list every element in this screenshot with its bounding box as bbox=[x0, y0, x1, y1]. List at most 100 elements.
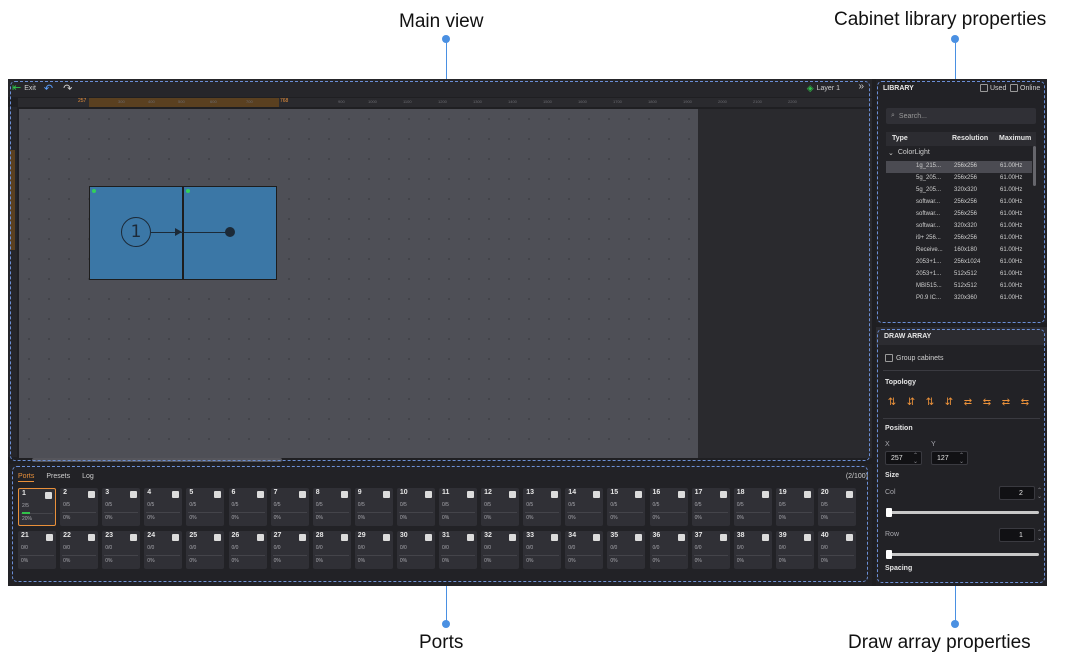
port-checkbox[interactable] bbox=[635, 534, 643, 541]
topology-6-icon[interactable]: ⇆ bbox=[981, 397, 993, 409]
port-checkbox[interactable] bbox=[424, 534, 432, 541]
stepper-icon[interactable]: ⌃ ⌄ bbox=[1037, 488, 1042, 500]
port-checkbox[interactable] bbox=[551, 534, 559, 541]
port-checkbox[interactable] bbox=[467, 534, 474, 541]
port-tile[interactable]: 21 0/0 0% bbox=[18, 531, 56, 569]
port-checkbox[interactable] bbox=[509, 534, 517, 541]
library-group-colorlight[interactable]: ⌄ ColorLight bbox=[888, 149, 930, 157]
topology-5-icon[interactable]: ⇄ bbox=[962, 397, 974, 409]
port-checkbox[interactable] bbox=[382, 491, 390, 498]
port-checkbox[interactable] bbox=[509, 491, 517, 498]
port-checkbox[interactable] bbox=[256, 534, 264, 541]
port-checkbox[interactable] bbox=[172, 491, 180, 498]
canvas-horizontal-scrollbar[interactable] bbox=[32, 458, 282, 462]
port-checkbox[interactable] bbox=[214, 491, 222, 498]
main-canvas[interactable]: 1 bbox=[19, 109, 698, 458]
port-checkbox[interactable] bbox=[298, 491, 306, 498]
topology-2-icon[interactable]: ⇵ bbox=[905, 397, 917, 409]
stepper-icon[interactable]: ⌃ ⌄ bbox=[913, 453, 918, 465]
row-input[interactable]: 1 ⌃ ⌄ bbox=[999, 528, 1042, 542]
library-row[interactable]: softwar... 320x320 61.00Hz bbox=[886, 221, 1032, 233]
port-tile[interactable]: 13 0/5 0% bbox=[523, 488, 562, 526]
port-checkbox[interactable] bbox=[340, 491, 348, 498]
port-tile[interactable]: 2 0/5 0% bbox=[60, 488, 99, 526]
row-slider-thumb[interactable] bbox=[886, 550, 892, 559]
port-tile[interactable]: 10 0/5 0% bbox=[396, 488, 435, 526]
port-checkbox[interactable] bbox=[340, 534, 348, 541]
port-checkbox[interactable] bbox=[88, 491, 96, 498]
topology-7-icon[interactable]: ⇄ bbox=[1000, 397, 1012, 409]
col-input[interactable]: 2 ⌃ ⌄ bbox=[999, 486, 1042, 500]
position-x-input[interactable]: 257 ⌃ ⌄ bbox=[885, 451, 922, 465]
port-checkbox[interactable] bbox=[845, 491, 853, 498]
port-tile[interactable]: 28 0/0 0% bbox=[312, 531, 351, 569]
port-checkbox[interactable] bbox=[424, 491, 432, 498]
port-tile[interactable]: 25 0/0 0% bbox=[186, 531, 225, 569]
library-search-input[interactable]: ⌕ Search... bbox=[886, 108, 1036, 124]
stepper-icon[interactable]: ⌃ ⌄ bbox=[959, 453, 964, 465]
port-tile[interactable]: 39 0/0 0% bbox=[775, 531, 814, 569]
library-row[interactable]: 5g_205... 256x256 61.00Hz bbox=[886, 173, 1032, 185]
position-y-input[interactable]: 127 ⌃ ⌄ bbox=[931, 451, 968, 465]
port-tile[interactable]: 27 0/0 0% bbox=[270, 531, 309, 569]
port-checkbox[interactable] bbox=[803, 534, 811, 541]
port-checkbox[interactable] bbox=[45, 492, 52, 499]
port-checkbox[interactable] bbox=[761, 491, 769, 498]
port-tile[interactable]: 38 0/0 0% bbox=[733, 531, 772, 569]
port-checkbox[interactable] bbox=[382, 534, 390, 541]
port-tile[interactable]: 29 0/0 0% bbox=[354, 531, 393, 569]
port-tile[interactable]: 37 0/0 0% bbox=[691, 531, 730, 569]
port-checkbox[interactable] bbox=[593, 491, 601, 498]
port-checkbox[interactable] bbox=[635, 491, 643, 498]
used-filter-checkbox[interactable]: Used bbox=[980, 84, 1006, 92]
library-row[interactable]: MBI515... 512x512 61.00Hz bbox=[886, 281, 1032, 293]
tab-log[interactable]: Log bbox=[82, 473, 94, 482]
port-tile[interactable]: 17 0/5 0% bbox=[691, 488, 730, 526]
port-checkbox[interactable] bbox=[88, 534, 96, 541]
port-tile[interactable]: 36 0/0 0% bbox=[649, 531, 688, 569]
port-checkbox[interactable] bbox=[803, 491, 811, 498]
port-checkbox[interactable] bbox=[172, 534, 180, 541]
topology-4-icon[interactable]: ⇵ bbox=[943, 397, 955, 409]
port-tile[interactable]: 8 0/5 0% bbox=[312, 488, 351, 526]
port-tile[interactable]: 31 0/0 0% bbox=[439, 531, 477, 569]
library-row[interactable]: i9+ 256... 256x256 61.00Hz bbox=[886, 233, 1032, 245]
group-cabinets-checkbox[interactable]: Group cabinets bbox=[885, 354, 943, 362]
port-tile[interactable]: 5 0/5 0% bbox=[186, 488, 225, 526]
library-row[interactable]: 2053+1... 256x1024 61.00Hz bbox=[886, 257, 1032, 269]
cabinet[interactable] bbox=[183, 186, 277, 280]
stepper-icon[interactable]: ⌃ ⌄ bbox=[1037, 530, 1042, 542]
library-row[interactable]: 5g_205... 320x320 61.00Hz bbox=[886, 185, 1032, 197]
port-tile[interactable]: 19 0/5 0% bbox=[775, 488, 814, 526]
layer-selector[interactable]: ◈ Layer 1 bbox=[807, 83, 840, 94]
port-tile[interactable]: 3 0/5 0% bbox=[102, 488, 141, 526]
port-checkbox[interactable] bbox=[214, 534, 222, 541]
column-resolution[interactable]: Resolution bbox=[952, 135, 988, 142]
col-slider[interactable] bbox=[886, 508, 1039, 517]
column-type[interactable]: Type bbox=[892, 135, 908, 142]
port-checkbox[interactable] bbox=[677, 534, 685, 541]
redo-icon[interactable]: ↷ bbox=[63, 82, 72, 95]
library-scrollbar[interactable] bbox=[1033, 146, 1036, 186]
port-checkbox[interactable] bbox=[719, 491, 727, 498]
port-checkbox[interactable] bbox=[593, 534, 601, 541]
library-row[interactable]: softwar... 256x256 61.00Hz bbox=[886, 197, 1032, 209]
port-tile[interactable]: 26 0/0 0% bbox=[228, 531, 267, 569]
port-tile[interactable]: 22 0/0 0% bbox=[60, 531, 99, 569]
column-maximum[interactable]: Maximum bbox=[999, 135, 1031, 142]
library-row[interactable]: 1g_215... 256x256 61.00Hz bbox=[886, 161, 1032, 173]
port-tile[interactable]: 35 0/0 0% bbox=[607, 531, 646, 569]
port-checkbox[interactable] bbox=[719, 534, 727, 541]
port-checkbox[interactable] bbox=[845, 534, 853, 541]
port-checkbox[interactable] bbox=[761, 534, 769, 541]
port-tile[interactable]: 16 0/5 0% bbox=[649, 488, 688, 526]
exit-button[interactable]: ⇤ Exit bbox=[12, 82, 36, 94]
port-tile[interactable]: 7 0/5 0% bbox=[270, 488, 309, 526]
double-chevron-right-icon[interactable]: » bbox=[858, 81, 864, 92]
port-tile[interactable]: 12 0/5 0% bbox=[481, 488, 520, 526]
port-tile[interactable]: 18 0/5 0% bbox=[733, 488, 772, 526]
cabinet[interactable]: 1 bbox=[89, 186, 184, 280]
tab-presets[interactable]: Presets bbox=[46, 473, 70, 482]
port-checkbox[interactable] bbox=[256, 491, 264, 498]
port-tile[interactable]: 14 0/5 0% bbox=[565, 488, 604, 526]
